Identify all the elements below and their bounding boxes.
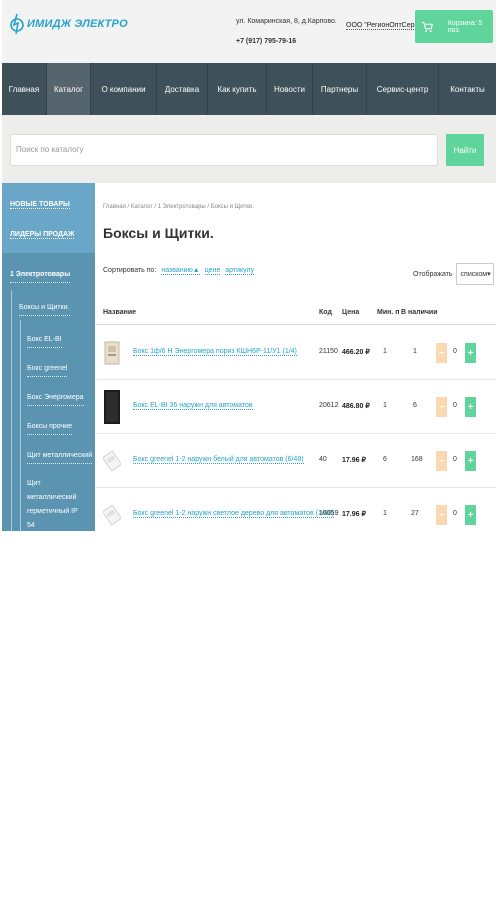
sort-bar: Сортировать по: названию▲ цене артикулу [103,267,255,275]
product-stock: 168 [411,456,423,463]
page: ИМИДЖ ЭЛЕКТРО ул. Комаринская, 8, д.Карп… [2,0,496,531]
phone[interactable]: +7 (917) 795-79-16 [236,32,337,52]
nav-item-catalog[interactable]: Каталог [47,63,91,115]
qty-value[interactable]: 0 [453,456,457,463]
nav-item-contacts[interactable]: Контакты [439,63,496,115]
table-row: Бокс 1ф/6 Н Энергомера пориз КШН6Р-11/У1… [95,326,496,380]
product-stock: 1 [413,348,417,355]
product-thumbnail [103,504,121,526]
table-row: Бокс greenel 1-2 наружн светлое дерево д… [95,488,496,531]
sidebar-item-el-bi[interactable]: Бокс EL-BI [27,333,62,348]
display-select[interactable]: списком ▾ [455,263,494,285]
logo-mark-icon [10,13,24,35]
sidebar-link-leaders[interactable]: ЛИДЕРЫ ПРОДАЖ [10,231,75,239]
display-value: списком [460,270,488,278]
nav-item-home[interactable]: Главная [2,63,47,115]
qty-value[interactable]: 0 [453,348,457,355]
sidebar-category[interactable]: 1 Электротовары [10,268,71,283]
header: ИМИДЖ ЭЛЕКТРО ул. Комаринская, 8, д.Карп… [2,0,496,63]
nav-item-delivery[interactable]: Доставка [157,63,208,115]
sort-by-article[interactable]: артикулу [225,267,255,275]
product-code: 21150 [319,348,338,355]
search-area: Поиск по каталогу Найти [2,115,496,183]
product-price: 17.96 ₽ [342,511,366,518]
product-link[interactable]: Бокс greenel 1-2 наружн белый для автома… [133,456,304,464]
qty-minus-button[interactable]: − [436,397,447,417]
sidebar-item-other[interactable]: Боксы прочие [27,420,72,435]
product-min: 1 [383,510,387,517]
sidebar-item-metal[interactable]: Щит металлический [27,449,93,464]
sidebar-top [2,183,95,253]
main-nav: Главная Каталог О компании Доставка Как … [2,63,496,115]
col-min: Мин. п [377,309,400,316]
product-min: 6 [383,456,387,463]
qty-value[interactable]: 0 [453,402,457,409]
page-title: Боксы и Щитки. [103,225,214,241]
cart-icon [421,21,434,32]
qty-plus-button[interactable]: + [465,451,476,471]
search-input[interactable]: Поиск по каталогу [10,134,438,166]
nav-item-partners[interactable]: Партнеры [313,63,367,115]
col-name: Название [103,309,137,316]
sidebar-tree-line [20,320,21,531]
sidebar-item-metal-ip54[interactable]: Щит металлический герметичный IP 54 [27,477,87,531]
cart-button[interactable]: Корзина: 5 поз. [415,10,493,43]
product-link[interactable]: Бокс greenel 1-2 наружн светлое дерево д… [133,510,334,518]
breadcrumb[interactable]: Главная / Каталог / 1 Электротовары / Бо… [103,204,254,210]
main-content: Главная / Каталог / 1 Электротовары / Бо… [95,183,496,531]
col-stock: В наличии [401,309,438,316]
nav-item-how-to-buy[interactable]: Как купить [208,63,267,115]
sidebar-link-new[interactable]: НОВЫЕ ТОВАРЫ [10,201,70,209]
table-header: Название Код Цена Мин. п В наличии [95,303,496,325]
table-row: Бокс EL-BI 36 наружн для автоматов 20612… [95,380,496,434]
nav-item-service[interactable]: Сервис-центр [367,63,439,115]
sidebar-item-energomera[interactable]: Бокс Энергомера [27,391,84,406]
product-stock: 6 [413,402,417,409]
qty-minus-button[interactable]: − [436,451,447,471]
sort-label: Сортировать по: [103,267,157,274]
display-label: Отображать [413,270,453,278]
address: ул. Комаринская, 8, д.Карпово. [236,18,337,25]
col-code: Код [319,309,332,316]
product-code: 20612 [319,402,339,409]
sidebar: НОВЫЕ ТОВАРЫ ЛИДЕРЫ ПРОДАЖ 1 Электротова… [2,183,95,531]
col-price: Цена [342,309,360,316]
product-link[interactable]: Бокс EL-BI 36 наружн для автоматов [133,402,253,410]
product-min: 1 [383,348,387,355]
chevron-down-icon: ▾ [487,271,491,278]
product-stock: 27 [411,510,419,517]
sidebar-subcategory[interactable]: Боксы и Щитки. [19,301,70,316]
qty-minus-button[interactable]: − [436,505,447,525]
qty-plus-button[interactable]: + [465,505,476,525]
sort-by-name[interactable]: названию▲ [161,267,200,275]
product-price: 17.96 ₽ [342,457,366,464]
sidebar-item-greenel[interactable]: Бокс greenel [27,362,68,377]
product-link[interactable]: Бокс 1ф/6 Н Энергомера пориз КШН6Р-11/У1… [133,348,297,356]
logo[interactable]: ИМИДЖ ЭЛЕКТРО [10,12,128,36]
product-price: 466.20 ₽ [342,349,370,356]
nav-item-news[interactable]: Новости [267,63,313,115]
product-min: 1 [383,402,387,409]
product-thumbnail [104,390,120,424]
product-price: 486.80 ₽ [342,403,370,410]
logo-text: ИМИДЖ ЭЛЕКТРО [27,18,128,30]
product-code: 40 [319,456,327,463]
search-button[interactable]: Найти [446,134,484,166]
product-thumbnail [103,450,121,472]
table-row: Бокс greenel 1-2 наружн белый для автома… [95,434,496,488]
qty-value[interactable]: 0 [453,510,457,517]
cart-label: Корзина: 5 поз. [447,19,483,34]
sort-by-price[interactable]: цене [204,267,221,275]
product-thumbnail [104,341,120,365]
display-control: Отображать списком ▾ [413,263,494,285]
contact-block: ул. Комаринская, 8, д.Карпово. +7 (917) … [236,12,337,52]
qty-plus-button[interactable]: + [465,343,476,363]
qty-plus-button[interactable]: + [465,397,476,417]
product-code: 16059 [319,510,339,517]
nav-item-about[interactable]: О компании [91,63,157,115]
qty-minus-button[interactable]: − [436,343,447,363]
sidebar-tree-line [11,290,12,531]
